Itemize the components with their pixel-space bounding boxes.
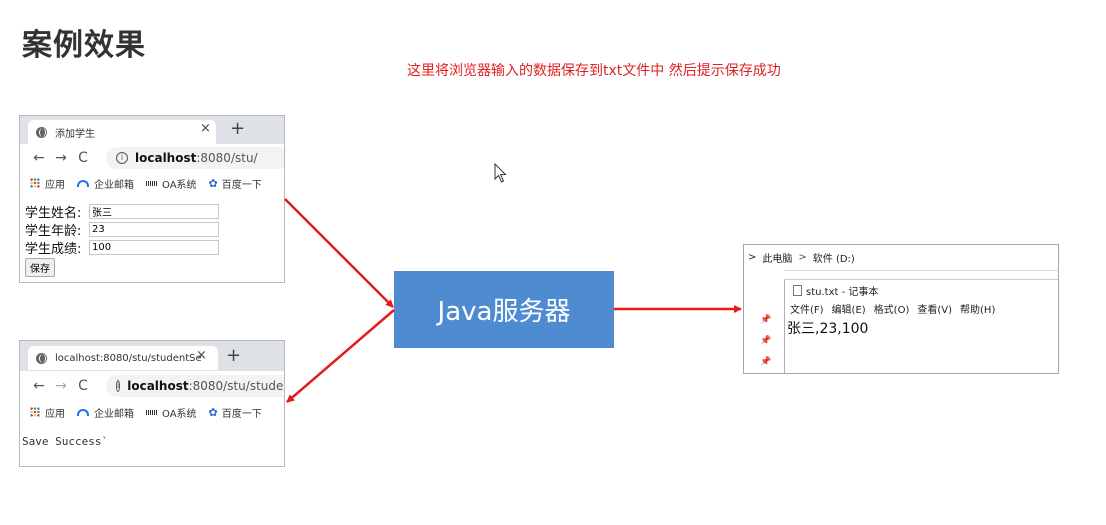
flow-arrows (284, 198, 742, 403)
arrow-server-to-browser (286, 309, 395, 403)
arrow-browser-to-server (284, 198, 394, 308)
